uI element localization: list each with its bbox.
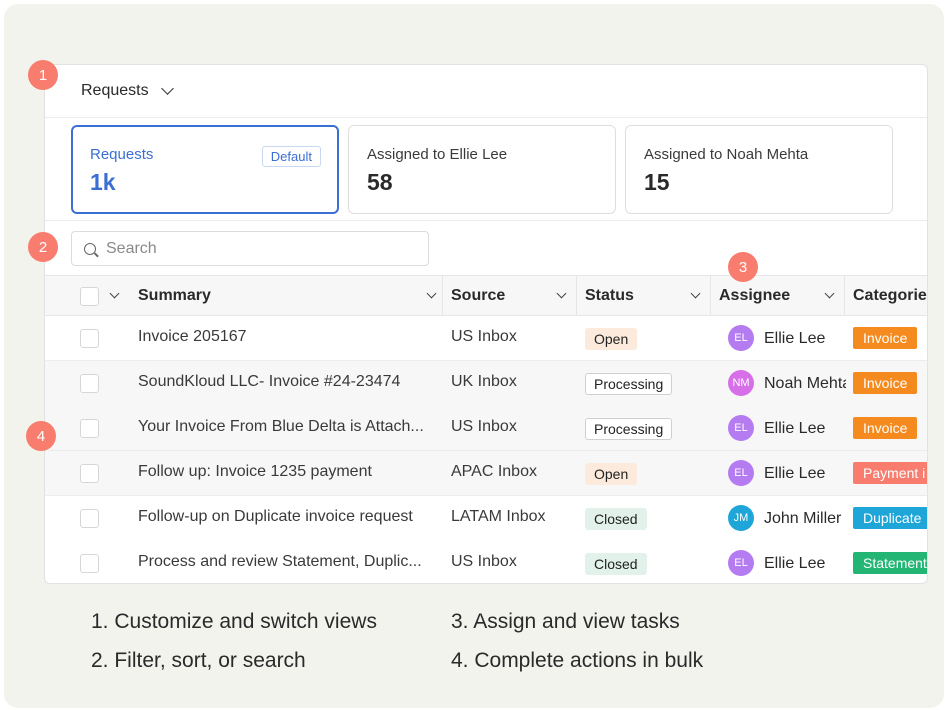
search-icon xyxy=(84,242,96,255)
column-divider xyxy=(442,276,443,316)
category-tag: Invoice xyxy=(853,417,918,439)
column-summary-label: Summary xyxy=(138,287,211,304)
column-summary[interactable]: Summary xyxy=(138,276,441,316)
category-tag: Invoice xyxy=(853,372,918,394)
view-card-requests[interactable]: Requests 1k Default xyxy=(71,125,339,214)
category-tag: Statement xyxy=(853,552,927,574)
column-status[interactable]: Status xyxy=(585,276,705,316)
column-divider xyxy=(576,276,577,316)
row-checkbox[interactable] xyxy=(80,554,99,573)
requests-panel: Requests Requests 1k Default Assigned to… xyxy=(44,64,928,584)
view-card-count: 58 xyxy=(367,169,393,195)
row-source: APAC Inbox xyxy=(451,463,537,480)
column-status-label: Status xyxy=(585,287,634,304)
marker-1: 1 xyxy=(28,60,58,90)
row-checkbox[interactable] xyxy=(80,509,99,528)
row-source: US Inbox xyxy=(451,553,517,570)
table-row[interactable]: Your Invoice From Blue Delta is Attach..… xyxy=(45,406,927,451)
row-summary: Your Invoice From Blue Delta is Attach..… xyxy=(138,418,424,435)
row-checkbox[interactable] xyxy=(80,464,99,483)
column-categories[interactable]: Categorie xyxy=(853,276,927,316)
avatar: EL xyxy=(728,415,754,441)
table-row[interactable]: Invoice 205167 US Inbox Open EL Ellie Le… xyxy=(45,316,927,361)
table-row[interactable]: Follow-up on Duplicate invoice request L… xyxy=(45,496,927,541)
marker-2: 2 xyxy=(28,232,58,262)
row-source: LATAM Inbox xyxy=(451,508,546,525)
chevron-down-icon xyxy=(109,288,120,299)
legend-item-4: 4. Complete actions in bulk xyxy=(451,649,704,672)
requests-table: Summary Source Status Assignee Categorie xyxy=(45,275,927,583)
row-summary: SoundKloud LLC- Invoice #24-23474 xyxy=(138,373,401,390)
search-box[interactable] xyxy=(71,231,429,266)
search-input[interactable] xyxy=(106,239,406,258)
row-source: UK Inbox xyxy=(451,373,517,390)
avatar: JM xyxy=(728,505,754,531)
view-card-label: Assigned to Ellie Lee xyxy=(367,146,508,163)
row-checkbox[interactable] xyxy=(80,419,99,438)
assignee-name: Ellie Lee xyxy=(764,465,826,482)
row-summary: Follow up: Invoice 1235 payment xyxy=(138,463,372,480)
avatar: EL xyxy=(728,550,754,576)
chevron-down-icon xyxy=(556,288,567,299)
marker-3: 3 xyxy=(728,252,758,282)
column-categories-label: Categorie xyxy=(853,287,927,304)
status-badge: Open xyxy=(585,328,638,350)
view-card-label: Assigned to Noah Mehta xyxy=(644,146,809,163)
avatar: NM xyxy=(728,370,754,396)
marker-4: 4 xyxy=(26,421,56,451)
select-all-checkbox[interactable] xyxy=(80,287,99,306)
column-source[interactable]: Source xyxy=(451,276,571,316)
category-tag: Invoice xyxy=(853,327,918,349)
column-divider xyxy=(844,276,845,316)
view-card-count: 1k xyxy=(90,169,116,195)
avatar: EL xyxy=(728,460,754,486)
status-badge: Open xyxy=(585,463,638,485)
column-source-label: Source xyxy=(451,287,506,304)
legend-item-1: 1. Customize and switch views xyxy=(91,610,377,633)
table-row[interactable]: Process and review Statement, Duplic... … xyxy=(45,541,927,583)
table-row[interactable]: SoundKloud LLC- Invoice #24-23474 UK Inb… xyxy=(45,361,927,406)
row-summary: Process and review Statement, Duplic... xyxy=(138,553,422,570)
chevron-down-icon xyxy=(824,288,835,299)
table-row[interactable]: Follow up: Invoice 1235 payment APAC Inb… xyxy=(45,451,927,496)
view-cards: Requests 1k Default Assigned to Ellie Le… xyxy=(71,125,893,214)
category-tag: Payment i xyxy=(853,462,927,484)
category-tag: Duplicate xyxy=(853,507,927,529)
row-checkbox[interactable] xyxy=(80,374,99,393)
assignee-name: Ellie Lee xyxy=(764,555,826,572)
divider xyxy=(45,220,927,221)
row-source: US Inbox xyxy=(451,418,517,435)
row-checkbox[interactable] xyxy=(80,329,99,348)
row-source: US Inbox xyxy=(451,328,517,345)
assignee-name: Ellie Lee xyxy=(764,330,826,347)
view-card-ellie-lee[interactable]: Assigned to Ellie Lee 58 xyxy=(348,125,616,214)
table-header: Summary Source Status Assignee Categorie xyxy=(45,275,927,316)
row-summary: Invoice 205167 xyxy=(138,328,247,345)
avatar: EL xyxy=(728,325,754,351)
chevron-down-icon xyxy=(690,288,701,299)
legend-item-2: 2. Filter, sort, or search xyxy=(91,649,306,672)
assignee-name: Ellie Lee xyxy=(764,420,826,437)
chevron-down-icon xyxy=(426,288,437,299)
row-summary: Follow-up on Duplicate invoice request xyxy=(138,508,413,525)
view-card-count: 15 xyxy=(644,169,670,195)
status-badge: Closed xyxy=(585,508,647,530)
assignee-name: Noah Mehta xyxy=(764,375,846,392)
column-divider xyxy=(710,276,711,316)
view-card-noah-mehta[interactable]: Assigned to Noah Mehta 15 xyxy=(625,125,893,214)
chevron-down-icon xyxy=(160,82,174,95)
assignee-name: John Miller xyxy=(764,510,842,527)
status-badge: Processing xyxy=(585,373,673,395)
view-switcher-label: Requests xyxy=(81,82,149,99)
view-switcher[interactable]: Requests xyxy=(45,65,927,118)
default-tag: Default xyxy=(261,146,321,167)
status-badge: Closed xyxy=(585,553,647,575)
column-assignee-label: Assignee xyxy=(719,287,791,304)
column-assignee[interactable]: Assignee xyxy=(719,276,839,316)
legend-item-3: 3. Assign and view tasks xyxy=(451,610,680,633)
status-badge: Processing xyxy=(585,418,673,440)
